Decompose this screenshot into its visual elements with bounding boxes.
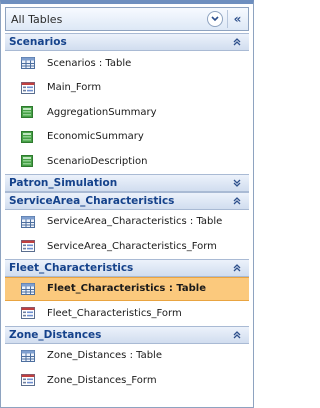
form-icon bbox=[21, 240, 35, 253]
navigation-pane: All Tables « Scenarios Scenarios : Table M… bbox=[0, 0, 254, 408]
double-chevron-up-icon[interactable] bbox=[231, 36, 243, 48]
table-icon bbox=[21, 215, 35, 228]
table-icon bbox=[21, 349, 35, 362]
group-label: ServiceArea_Characteristics bbox=[9, 194, 175, 207]
group-header-fleet-characteristics[interactable]: Fleet_Characteristics bbox=[5, 258, 249, 277]
group-label: Scenarios bbox=[9, 36, 67, 48]
group-label: Zone_Distances bbox=[9, 328, 102, 341]
group-header-servicearea-characteristics[interactable]: ServiceArea_Characteristics bbox=[5, 191, 249, 210]
nav-item-label: ServiceArea_Characteristics_Form bbox=[47, 240, 217, 252]
nav-item-label: ScenarioDescription bbox=[47, 155, 148, 167]
nav-item-label: AggregationSummary bbox=[47, 106, 157, 118]
group-header-patron-simulation[interactable]: Patron_Simulation bbox=[5, 173, 249, 192]
double-chevron-left-icon[interactable]: « bbox=[227, 10, 247, 28]
nav-item-aggregationsummary[interactable]: AggregationSummary bbox=[5, 100, 249, 125]
navigation-pane-header[interactable]: All Tables « bbox=[5, 7, 249, 31]
form-icon bbox=[21, 374, 35, 387]
nav-item-label: EconomicSummary bbox=[47, 131, 144, 143]
nav-item-label: Main_Form bbox=[47, 82, 102, 94]
query-icon bbox=[21, 130, 35, 143]
group-label: Patron_Simulation bbox=[9, 176, 118, 189]
group-header-zone-distances[interactable]: Zone_Distances bbox=[5, 325, 249, 344]
nav-item-label: Fleet_Characteristics : Table bbox=[47, 283, 206, 295]
double-chevron-up-icon[interactable] bbox=[231, 195, 243, 207]
nav-item-main-form[interactable]: Main_Form bbox=[5, 76, 249, 101]
navigation-groups: Scenarios Scenarios : Table Main_Form Aggre… bbox=[5, 33, 249, 393]
double-chevron-up-icon[interactable] bbox=[231, 329, 243, 341]
form-icon bbox=[21, 307, 35, 320]
nav-item-servicearea-characteristics-table[interactable]: ServiceArea_Characteristics : Table bbox=[5, 210, 249, 235]
form-icon bbox=[21, 81, 35, 94]
nav-item-economicsummary[interactable]: EconomicSummary bbox=[5, 125, 249, 150]
double-chevron-up-icon[interactable] bbox=[231, 262, 243, 274]
group-header-scenarios[interactable]: Scenarios bbox=[5, 33, 249, 51]
nav-item-label: ServiceArea_Characteristics : Table bbox=[47, 216, 223, 228]
nav-item-zone-distances-table[interactable]: Zone_Distances : Table bbox=[5, 344, 249, 369]
group-label: Fleet_Characteristics bbox=[9, 261, 134, 274]
table-icon bbox=[21, 282, 35, 295]
nav-item-fleet-characteristics-form[interactable]: Fleet_Characteristics_Form bbox=[5, 301, 249, 326]
chevron-down-icon[interactable] bbox=[207, 11, 223, 27]
nav-item-zone-distances-form[interactable]: Zone_Distances_Form bbox=[5, 368, 249, 393]
nav-item-servicearea-characteristics-form[interactable]: ServiceArea_Characteristics_Form bbox=[5, 234, 249, 259]
nav-item-label: Scenarios : Table bbox=[47, 57, 132, 69]
nav-item-scenariodescription[interactable]: ScenarioDescription bbox=[5, 149, 249, 174]
double-chevron-down-icon[interactable] bbox=[231, 177, 243, 189]
query-icon bbox=[21, 155, 35, 168]
nav-item-fleet-characteristics-table[interactable]: Fleet_Characteristics : Table bbox=[5, 276, 249, 301]
nav-item-label: Zone_Distances : Table bbox=[47, 350, 162, 362]
nav-item-label: Fleet_Characteristics_Form bbox=[47, 307, 182, 319]
query-icon bbox=[21, 106, 35, 119]
table-icon bbox=[21, 57, 35, 70]
pane-title: All Tables bbox=[11, 12, 63, 26]
nav-item-scenarios-table[interactable]: Scenarios : Table bbox=[5, 51, 249, 76]
nav-item-label: Zone_Distances_Form bbox=[47, 374, 157, 386]
